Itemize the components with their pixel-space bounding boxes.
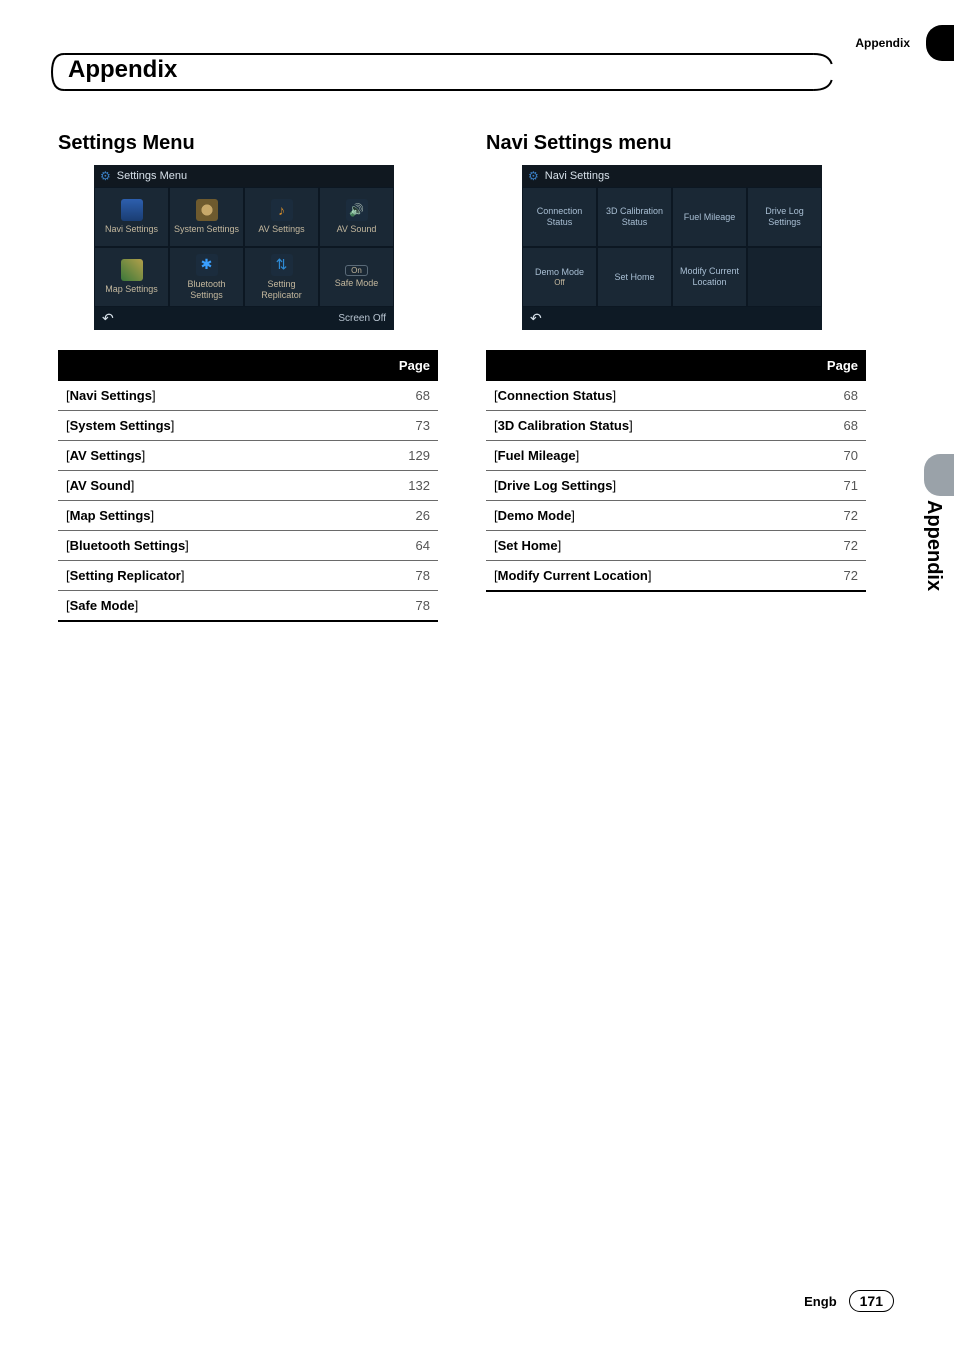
table-row: [Map Settings]26 [58, 501, 438, 531]
gear-icon [196, 199, 218, 221]
right-index-table: Page [Connection Status]68 [3D Calibrati… [486, 350, 866, 592]
cell-drive-log: Drive Log Settings [747, 187, 822, 247]
table-row: [Setting Replicator]78 [58, 561, 438, 591]
right-title-b: menu [613, 132, 672, 154]
table-row: [Drive Log Settings]71 [486, 471, 866, 501]
right-title-a: Navi Settings [486, 132, 613, 154]
screen-footer-label: Screen Off [338, 313, 386, 324]
cell-system-settings: System Settings [169, 187, 244, 247]
side-appendix-label: Appendix [922, 500, 945, 591]
table-row: [AV Settings]129 [58, 441, 438, 471]
screen-header: ⚙ Settings Menu [94, 165, 394, 187]
right-column: Navi Settings menu ⚙ Navi Settings Conne… [486, 132, 866, 622]
screen-header: ⚙ Navi Settings [522, 165, 822, 187]
right-table-body: [Connection Status]68 [3D Calibration St… [486, 380, 866, 591]
cell-navi-settings: Navi Settings [94, 187, 169, 247]
table-row: [Set Home]72 [486, 531, 866, 561]
left-table-body: [Navi Settings]68 [System Settings]73 [A… [58, 380, 438, 621]
cell-modify-location: Modify Current Location [672, 247, 747, 307]
cell-av-settings: AV Settings [244, 187, 319, 247]
table-row: [System Settings]73 [58, 411, 438, 441]
footer-lang: Engb [804, 1294, 837, 1309]
cell-setting-replicator: Setting Replicator [244, 247, 319, 307]
screen-grid: Connection Status 3D Calibration Status … [522, 187, 822, 307]
replicator-icon [271, 254, 293, 276]
bluetooth-icon [196, 254, 218, 276]
left-th-empty [58, 351, 378, 380]
back-arrow-icon: ↶ [530, 310, 542, 327]
left-section-title: Settings Menu [58, 132, 438, 155]
page-footer: Engb 171 [804, 1290, 894, 1312]
cell-empty [747, 247, 822, 307]
footer-page-number: 171 [849, 1290, 894, 1312]
cell-set-home: Set Home [597, 247, 672, 307]
table-row: [3D Calibration Status]68 [486, 411, 866, 441]
map-icon [121, 259, 143, 281]
table-row: [Fuel Mileage]70 [486, 441, 866, 471]
flag-icon [121, 199, 143, 221]
table-row: [Demo Mode]72 [486, 501, 866, 531]
table-row: [Connection Status]68 [486, 380, 866, 411]
navi-settings-screenshot: ⚙ Navi Settings Connection Status 3D Cal… [522, 165, 822, 330]
cell-map-settings: Map Settings [94, 247, 169, 307]
header-section-label: Appendix [855, 36, 910, 50]
chapter-title: Appendix [68, 56, 177, 84]
chapter-header: Appendix [50, 52, 894, 92]
left-index-table: Page [Navi Settings]68 [System Settings]… [58, 350, 438, 622]
table-row: [Modify Current Location]72 [486, 561, 866, 592]
left-column: Settings Menu ⚙ Settings Menu Navi Setti… [58, 132, 438, 622]
speaker-icon [346, 199, 368, 221]
screen-grid: Navi Settings System Settings AV Setting… [94, 187, 394, 307]
table-row: [AV Sound]132 [58, 471, 438, 501]
left-th-page: Page [378, 351, 438, 380]
right-section-title: Navi Settings menu [486, 132, 866, 155]
music-note-icon [271, 199, 293, 221]
screen-footer: ↶ [522, 307, 822, 330]
demo-mode-sub: Off [554, 278, 565, 288]
screen-footer: ↶ Screen Off [94, 307, 394, 330]
settings-menu-screenshot: ⚙ Settings Menu Navi Settings System Set… [94, 165, 394, 330]
screen-title: Settings Menu [117, 170, 187, 182]
right-th-page: Page [806, 351, 866, 380]
cell-av-sound: AV Sound [319, 187, 394, 247]
table-row: [Safe Mode]78 [58, 591, 438, 622]
back-arrow-icon: ↶ [102, 310, 114, 327]
screen-title: Navi Settings [545, 170, 610, 182]
cell-connection-status: Connection Status [522, 187, 597, 247]
cell-bluetooth-settings: Bluetooth Settings [169, 247, 244, 307]
side-grey-tab [924, 454, 954, 496]
content-columns: Settings Menu ⚙ Settings Menu Navi Setti… [58, 132, 896, 622]
on-badge: On [345, 265, 368, 277]
header-black-tab [926, 25, 954, 61]
cell-safe-mode: OnSafe Mode [319, 247, 394, 307]
slider-icon: ⚙ [100, 169, 111, 183]
table-row: [Navi Settings]68 [58, 380, 438, 411]
cell-fuel-mileage: Fuel Mileage [672, 187, 747, 247]
slider-icon: ⚙ [528, 169, 539, 183]
table-row: [Bluetooth Settings]64 [58, 531, 438, 561]
cell-3d-calibration: 3D Calibration Status [597, 187, 672, 247]
right-th-empty [486, 351, 806, 380]
cell-demo-mode: Demo ModeOff [522, 247, 597, 307]
